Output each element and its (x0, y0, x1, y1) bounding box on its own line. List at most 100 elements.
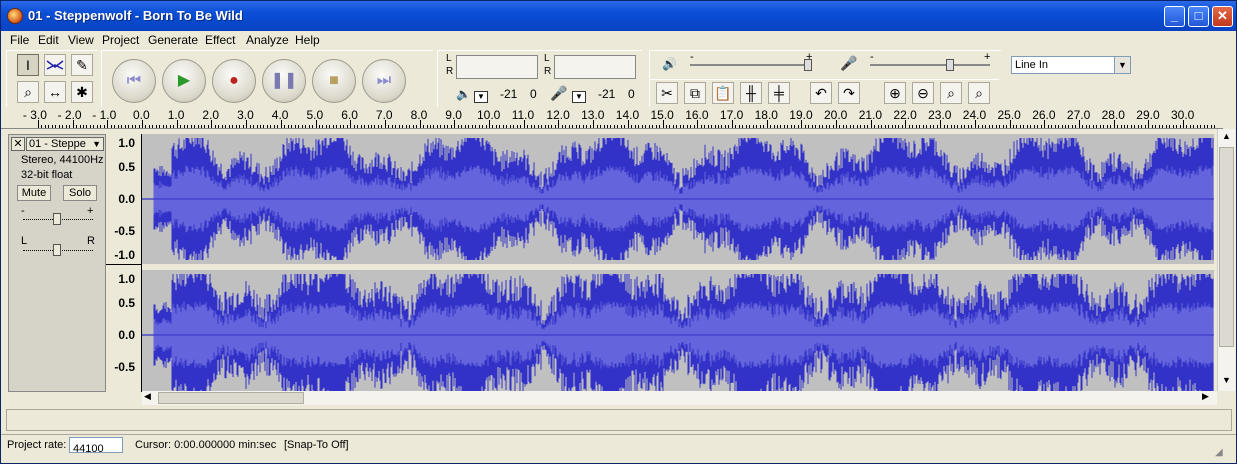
ruler-tick-mark (846, 125, 848, 128)
ruler-tick-mark (1082, 125, 1084, 128)
redo-icon[interactable]: ↷ (838, 82, 860, 104)
output-volume-slider[interactable] (690, 64, 812, 66)
minimize-button[interactable]: _ (1164, 6, 1185, 27)
stop-icon[interactable]: ■ (312, 59, 356, 103)
horizontal-scroll-thumb[interactable] (158, 392, 304, 404)
solo-button[interactable]: Solo (63, 185, 97, 201)
ruler-tick-mark (1089, 125, 1091, 128)
menu-view[interactable]: View (68, 33, 94, 47)
amp-label: -0.5 (114, 360, 135, 374)
maximize-button[interactable]: □ (1188, 6, 1209, 27)
cut-icon[interactable]: ✂ (656, 82, 678, 104)
mixer-toolbar: 🔊 - + 🎤 - + (649, 50, 1001, 78)
timeshift-tool-icon[interactable]: ↔ (44, 81, 66, 103)
ruler-tick-mark (659, 125, 661, 128)
scroll-left-icon[interactable]: ◀ (144, 391, 156, 405)
gain-slider-thumb[interactable] (53, 213, 61, 225)
ruler-tick-mark (457, 125, 459, 128)
ruler-tick-mark (1186, 125, 1188, 128)
ruler-tick-mark (1162, 125, 1164, 128)
record-meter-dropdown[interactable]: ▼ (572, 91, 586, 103)
track-close-icon[interactable]: ✕ (11, 137, 25, 151)
input-volume-thumb[interactable] (946, 59, 954, 71)
vertical-scrollbar[interactable]: ▲ ▼ (1217, 129, 1235, 391)
resize-grip-icon[interactable]: ◢ (1215, 447, 1223, 458)
playback-meter-dropdown[interactable]: ▼ (474, 91, 488, 103)
pause-icon[interactable]: ❚❚ (262, 59, 306, 103)
ruler-tick-mark (1203, 125, 1205, 128)
horizontal-scrollbar[interactable]: ◀ ▶ (142, 391, 1217, 405)
trim-icon[interactable]: ╫ (740, 82, 762, 104)
close-button[interactable]: ✕ (1212, 6, 1233, 27)
ruler-tick-mark (804, 125, 806, 128)
fit-project-icon[interactable]: ⌕ (968, 82, 990, 104)
ruler-tick-mark (1113, 120, 1115, 128)
menu-project[interactable]: Project (102, 33, 139, 47)
ruler-tick-mark (1006, 125, 1008, 128)
ruler-tick-mark (953, 125, 955, 128)
draw-tool-icon[interactable]: ✎ (71, 54, 93, 76)
ruler-tick-mark (325, 125, 327, 128)
mute-button[interactable]: Mute (17, 185, 51, 201)
zoom-in-icon[interactable]: ⊕ (884, 82, 906, 104)
ruler-tick-mark (1158, 125, 1160, 128)
ruler-tick-mark (86, 125, 88, 128)
menu-effect[interactable]: Effect (205, 33, 235, 47)
project-rate-field[interactable]: 44100 (69, 437, 123, 455)
ruler-tick-mark (728, 125, 730, 128)
skip-end-icon[interactable]: ⏭ (362, 59, 406, 103)
menu-generate[interactable]: Generate (148, 33, 198, 47)
scroll-up-icon[interactable]: ▲ (1219, 131, 1234, 145)
zoom-out-icon[interactable]: ⊖ (912, 82, 934, 104)
waveform-svg[interactable] (141, 134, 1214, 396)
zoom-tool-icon[interactable]: ⌕ (17, 81, 39, 103)
ruler-tick-mark (874, 125, 876, 128)
ruler-tick-mark (343, 125, 345, 128)
scroll-down-icon[interactable]: ▼ (1219, 375, 1234, 389)
scroll-right-icon[interactable]: ▶ (1202, 391, 1214, 405)
menu-analyze[interactable]: Analyze (246, 33, 289, 47)
ruler-tick-mark (513, 125, 515, 128)
chevron-down-icon[interactable]: ▼ (1114, 57, 1130, 73)
record-meter[interactable] (554, 55, 636, 79)
input-volume-slider[interactable] (870, 64, 990, 66)
ruler-tick-mark (613, 125, 615, 128)
ruler-tick-mark (797, 125, 799, 128)
playback-meter[interactable] (456, 55, 538, 79)
envelope-tool-icon[interactable] (44, 54, 66, 76)
output-volume-minus: - (690, 51, 694, 63)
menu-help[interactable]: Help (295, 33, 320, 47)
ruler-tick-mark (89, 125, 91, 128)
play-icon[interactable]: ▶ (162, 59, 206, 103)
ruler-tick-mark (669, 125, 671, 128)
input-source-select[interactable]: Line In ▼ (1011, 56, 1131, 74)
title-bar: 01 - Steppenwolf - Born To Be Wild _ □ ✕ (1, 1, 1236, 31)
ruler-tick-mark (433, 125, 435, 128)
multi-tool-icon[interactable]: ✱ (71, 81, 93, 103)
menu-file[interactable]: File (10, 33, 29, 47)
pan-slider-thumb[interactable] (53, 244, 61, 256)
ruler-tick-mark (606, 125, 608, 128)
selection-tool-icon[interactable]: I (17, 54, 39, 76)
track-format: Stereo, 44100Hz (21, 154, 104, 166)
track-name-dropdown[interactable]: 01 - Steppe ▼ (26, 137, 104, 151)
timeline-ruler[interactable]: - 3.0- 2.0- 1.0 0.0 1.0 2.0 3.0 4.0 5.0 6.0 7.0 8… (1, 107, 1223, 129)
menu-edit[interactable]: Edit (38, 33, 59, 47)
silence-icon[interactable]: ╪ (768, 82, 790, 104)
ruler-tick-mark (971, 125, 973, 128)
ruler-tick-mark (711, 125, 713, 128)
speaker-icon: 🔈 (456, 87, 471, 101)
skip-start-icon[interactable]: ⏮ (112, 59, 156, 103)
ruler-tick-mark (1214, 125, 1216, 128)
record-icon[interactable]: ● (212, 59, 256, 103)
ruler-tick-mark (610, 125, 612, 128)
copy-icon[interactable]: ⧉ (684, 82, 706, 104)
fit-selection-icon[interactable]: ⌕ (940, 82, 962, 104)
vertical-scroll-thumb[interactable] (1219, 147, 1234, 347)
output-volume-thumb[interactable] (804, 59, 812, 71)
undo-icon[interactable]: ↶ (810, 82, 832, 104)
ruler-tick-mark (464, 125, 466, 128)
ruler-tick-mark (332, 125, 334, 128)
waveform-area[interactable] (141, 134, 1214, 396)
paste-icon[interactable]: 📋 (712, 82, 734, 104)
